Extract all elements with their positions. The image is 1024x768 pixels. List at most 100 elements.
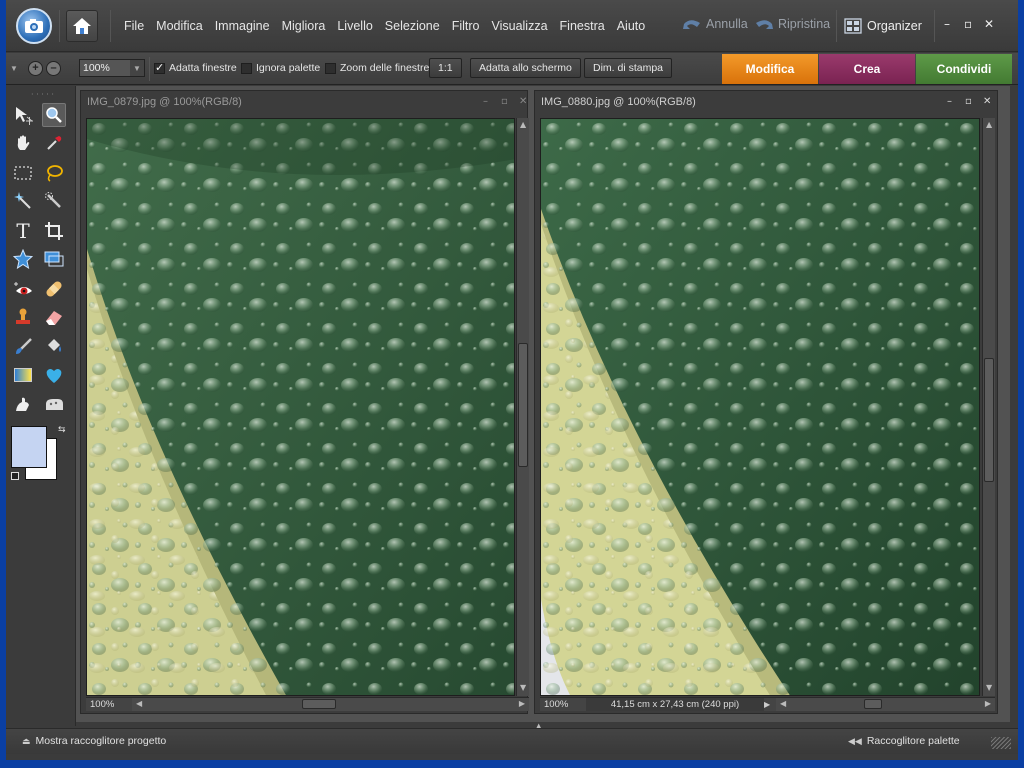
fit-windows-label: Adatta finestre bbox=[169, 62, 237, 74]
menu-visualizza[interactable]: Visualizza bbox=[491, 19, 547, 33]
fit-screen-button[interactable]: Adatta allo schermo bbox=[470, 58, 581, 78]
hand-tool-icon[interactable] bbox=[11, 131, 35, 155]
tab-condividi[interactable]: Condividi bbox=[916, 54, 1012, 84]
ignore-palettes-checkbox[interactable]: Ignora palette bbox=[241, 58, 320, 78]
options-menu-arrow-icon[interactable]: ▼ bbox=[10, 58, 18, 78]
tab-crea[interactable]: Crea bbox=[819, 54, 915, 84]
clone-stamp-tool-icon[interactable] bbox=[11, 305, 35, 329]
menu-finestra[interactable]: Finestra bbox=[560, 19, 605, 33]
eyedropper-tool-icon[interactable] bbox=[42, 131, 66, 155]
doc-minimize-icon[interactable]: – bbox=[483, 96, 488, 107]
paint-bucket-tool-icon[interactable] bbox=[42, 335, 66, 359]
maximize-window-icon[interactable]: ▫ bbox=[964, 17, 972, 31]
menu-filtro[interactable]: Filtro bbox=[452, 19, 480, 33]
scroll-up-icon[interactable]: ▲ bbox=[986, 120, 992, 129]
move-tool-icon[interactable] bbox=[11, 103, 35, 127]
vertical-scrollbar[interactable]: ▲ ▼ bbox=[982, 118, 995, 696]
toolbox-grip[interactable]: · · · · · bbox=[31, 90, 54, 99]
ignore-palettes-check[interactable] bbox=[241, 62, 252, 74]
crop-tool-icon[interactable] bbox=[42, 219, 66, 243]
document-zoom-value[interactable]: 100% bbox=[86, 699, 132, 710]
custom-shape-tool-icon[interactable] bbox=[11, 247, 35, 271]
menu-migliora[interactable]: Migliora bbox=[282, 19, 326, 33]
scroll-right-icon[interactable]: ▶ bbox=[985, 699, 991, 708]
doc-close-icon[interactable]: ✕ bbox=[519, 96, 527, 107]
doc-maximize-icon[interactable]: ▫ bbox=[965, 96, 972, 107]
home-button[interactable] bbox=[66, 10, 98, 42]
doc-close-icon[interactable]: ✕ bbox=[983, 96, 991, 107]
scroll-down-icon[interactable]: ▼ bbox=[520, 683, 526, 692]
red-eye-tool-icon[interactable] bbox=[11, 277, 35, 301]
menu-selezione[interactable]: Selezione bbox=[385, 19, 440, 33]
smudge-tool-icon[interactable] bbox=[11, 393, 35, 417]
zoom-all-windows-check[interactable] bbox=[325, 62, 336, 74]
gradient-tool-icon[interactable] bbox=[11, 363, 35, 387]
magic-wand-tool-icon[interactable] bbox=[11, 189, 35, 213]
show-project-bin-label: Mostra raccoglitore progetto bbox=[35, 735, 167, 747]
vertical-scrollbar[interactable]: ▲ ▼ bbox=[516, 118, 529, 696]
tab-modifica[interactable]: Modifica bbox=[722, 54, 818, 84]
doc-minimize-icon[interactable]: – bbox=[947, 96, 952, 107]
menu-aiuto[interactable]: Aiuto bbox=[617, 19, 646, 33]
document-window-img0879: IMG_0879.jpg @ 100%(RGB/8) – ▫ ✕ ▲ ▼ 100… bbox=[80, 90, 529, 714]
horizontal-scroll-thumb[interactable] bbox=[864, 699, 882, 709]
swap-colors-icon[interactable]: ⇆ bbox=[58, 425, 66, 435]
zoom-level-field[interactable]: 100% ▼ bbox=[79, 59, 145, 77]
redo-button[interactable]: Ripristina bbox=[754, 17, 830, 31]
marquee-tool-icon[interactable] bbox=[11, 161, 35, 185]
main-menu: File Modifica Immagine Migliora Livello … bbox=[124, 19, 657, 33]
document-title-bar[interactable]: IMG_0880.jpg @ 100%(RGB/8) bbox=[535, 91, 997, 113]
healing-brush-tool-icon[interactable] bbox=[42, 277, 66, 301]
document-title-bar[interactable]: IMG_0879.jpg @ 100%(RGB/8) bbox=[81, 91, 527, 113]
fit-windows-checkbox[interactable]: Adatta finestre bbox=[154, 58, 237, 78]
minimize-window-icon[interactable]: – bbox=[944, 17, 950, 31]
type-tool-icon[interactable]: T bbox=[11, 219, 35, 243]
foreground-color-swatch[interactable] bbox=[11, 426, 47, 468]
brush-tool-icon[interactable] bbox=[11, 335, 35, 359]
vertical-scroll-thumb[interactable] bbox=[518, 343, 528, 467]
app-logo-icon[interactable] bbox=[16, 8, 52, 44]
eraser-tool-icon[interactable] bbox=[42, 305, 66, 329]
toolbox: · · · · · T ⇆ bbox=[6, 86, 76, 726]
menu-livello[interactable]: Livello bbox=[337, 19, 372, 33]
zoom-out-icon[interactable]: – bbox=[46, 60, 61, 76]
info-menu-arrow-icon[interactable]: ▶ bbox=[764, 700, 776, 709]
image-canvas[interactable] bbox=[86, 118, 515, 696]
undo-button[interactable]: Annulla bbox=[682, 17, 748, 31]
resize-grip-icon[interactable] bbox=[991, 737, 1011, 749]
image-canvas[interactable] bbox=[540, 118, 980, 696]
vertical-scroll-thumb[interactable] bbox=[984, 358, 994, 482]
horizontal-scroll-thumb[interactable] bbox=[302, 699, 336, 709]
zoom-dropdown-icon[interactable]: ▼ bbox=[130, 60, 144, 76]
quick-selection-tool-icon[interactable] bbox=[42, 189, 66, 213]
menu-file[interactable]: File bbox=[124, 19, 144, 33]
document-status-bar: 100% ◀ ▶ bbox=[86, 697, 529, 711]
scroll-right-icon[interactable]: ▶ bbox=[519, 699, 525, 708]
organizer-button[interactable]: Organizer bbox=[844, 14, 922, 38]
document-zoom-value[interactable]: 100% bbox=[540, 699, 586, 710]
show-project-bin-button[interactable]: ⏏ Mostra raccoglitore progetto bbox=[22, 735, 166, 747]
default-colors-icon[interactable] bbox=[11, 472, 19, 480]
print-size-button[interactable]: Dim. di stampa bbox=[584, 58, 673, 78]
zoom-all-windows-checkbox[interactable]: Zoom delle finestre bbox=[325, 58, 429, 78]
lasso-tool-icon[interactable] bbox=[42, 161, 66, 185]
close-window-icon[interactable]: ✕ bbox=[984, 17, 994, 31]
document-window-img0880: IMG_0880.jpg @ 100%(RGB/8) – ▫ ✕ ▲ ▼ 100… bbox=[534, 90, 998, 714]
menu-immagine[interactable]: Immagine bbox=[215, 19, 270, 33]
palette-bin-button[interactable]: ◀◀ Raccoglitore palette bbox=[848, 735, 960, 747]
menu-modifica[interactable]: Modifica bbox=[156, 19, 203, 33]
recompose-tool-icon[interactable] bbox=[42, 247, 66, 271]
smart-brush-tool-icon[interactable] bbox=[42, 363, 66, 387]
scroll-down-icon[interactable]: ▼ bbox=[986, 683, 992, 692]
fit-windows-check[interactable] bbox=[154, 61, 165, 74]
actual-pixels-button[interactable]: 1:1 bbox=[429, 58, 462, 78]
scroll-up-icon[interactable]: ▲ bbox=[520, 120, 526, 129]
zoom-tool-icon[interactable] bbox=[42, 103, 66, 127]
horizontal-scrollbar[interactable]: ◀ ▶ bbox=[132, 698, 529, 711]
horizontal-scrollbar[interactable]: ◀ ▶ bbox=[776, 698, 995, 711]
zoom-in-icon[interactable]: + bbox=[28, 60, 43, 76]
scroll-left-icon[interactable]: ◀ bbox=[136, 699, 142, 708]
scroll-left-icon[interactable]: ◀ bbox=[780, 699, 786, 708]
doc-maximize-icon[interactable]: ▫ bbox=[501, 96, 508, 107]
sponge-tool-icon[interactable] bbox=[42, 393, 66, 417]
